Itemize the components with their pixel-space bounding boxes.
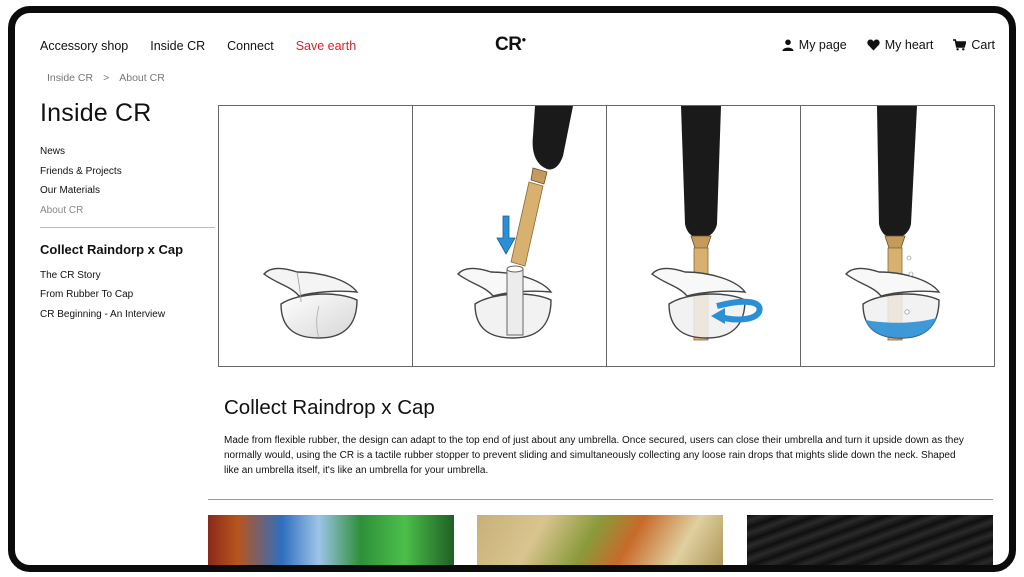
screen: Accessory shop Inside CR Connect Save ea… (0, 0, 1024, 577)
sidebar-item-friends-projects[interactable]: Friends & Projects (40, 166, 215, 177)
thumbnail-colored-rubber[interactable] (208, 515, 454, 565)
nav-save-earth[interactable]: Save earth (296, 39, 356, 53)
article-title: Collect Raindrop x Cap (224, 396, 435, 419)
my-page-label: My page (798, 38, 847, 52)
illustration-panels (218, 105, 995, 367)
breadcrumb-separator: > (103, 72, 110, 84)
my-heart-link[interactable]: My heart (867, 38, 934, 52)
illustration-step-1 (219, 106, 413, 366)
illustration-step-3 (607, 106, 801, 366)
sidebar-divider (40, 226, 215, 228)
nav-accessory-shop[interactable]: Accessory shop (40, 39, 128, 53)
user-icon (782, 39, 794, 51)
illustration-step-4 (801, 106, 994, 366)
sidebar-item-news[interactable]: News (40, 146, 215, 157)
thumbnail-tire-rubber[interactable] (747, 515, 993, 565)
cr-logo[interactable]: CR● (495, 34, 526, 56)
breadcrumb-about-cr[interactable]: About CR (119, 72, 165, 84)
main-nav: Accessory shop Inside CR Connect Save ea… (40, 39, 356, 53)
article-body: Made from flexible rubber, the design ca… (224, 435, 964, 476)
logo-text: CR (495, 34, 522, 55)
cart-label: Cart (971, 38, 995, 52)
sidebar: Inside CR News Friends & Projects Our Ma… (40, 99, 215, 328)
sidebar-submenu: The CR Story From Rubber To Cap CR Begin… (40, 270, 215, 320)
breadcrumb-inside-cr[interactable]: Inside CR (47, 72, 93, 84)
my-page-link[interactable]: My page (782, 38, 847, 52)
device-bezel: Accessory shop Inside CR Connect Save ea… (8, 6, 1016, 572)
nav-connect[interactable]: Connect (227, 39, 274, 53)
illustration-step-2 (413, 106, 607, 366)
content-divider (208, 499, 993, 500)
sidebar-item-our-materials[interactable]: Our Materials (40, 185, 215, 196)
thumbnail-raw-material[interactable] (477, 515, 723, 565)
account-nav: My page My heart Cart (782, 38, 995, 52)
sidebar-item-interview[interactable]: CR Beginning - An Interview (40, 309, 215, 320)
cart-icon (953, 39, 967, 51)
breadcrumb: Inside CR > About CR (47, 72, 165, 84)
sidebar-item-cr-story[interactable]: The CR Story (40, 270, 215, 281)
sidebar-section-title: Collect Raindorp x Cap (40, 241, 184, 257)
cart-link[interactable]: Cart (953, 38, 995, 52)
nav-inside-cr[interactable]: Inside CR (150, 39, 205, 53)
my-heart-label: My heart (884, 38, 934, 52)
sidebar-item-rubber-to-cap[interactable]: From Rubber To Cap (40, 289, 215, 300)
sidebar-menu: News Friends & Projects Our Materials Ab… (40, 146, 215, 216)
logo-mark: ● (521, 35, 526, 44)
heart-icon (867, 39, 880, 51)
sidebar-item-about-cr[interactable]: About CR (40, 205, 215, 216)
sidebar-heading: Inside CR (40, 99, 152, 127)
